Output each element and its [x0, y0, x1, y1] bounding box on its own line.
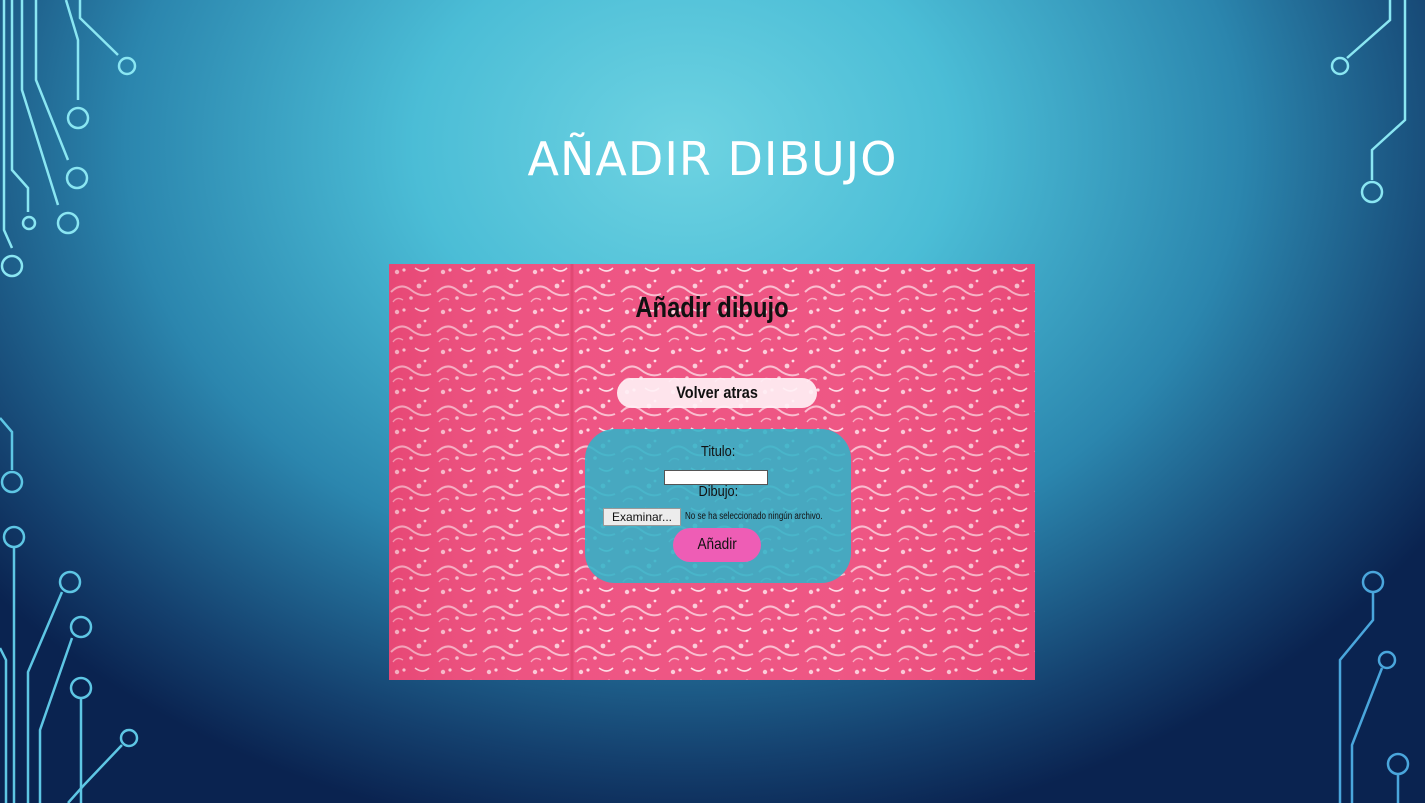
title-label: Titulo:: [700, 443, 736, 460]
back-button[interactable]: Volver atras: [617, 378, 817, 408]
add-button-label: Añadir: [697, 536, 737, 553]
browse-file-button[interactable]: Examinar...: [603, 508, 681, 526]
slide-title: AÑADIR DIBUJO: [527, 132, 898, 186]
drawing-label: Dibujo:: [698, 483, 738, 500]
app-heading: Añadir dibujo: [635, 292, 789, 324]
add-button[interactable]: Añadir: [673, 528, 761, 562]
add-drawing-form: Titulo: Dibujo: Examinar... No se ha sel…: [585, 429, 851, 583]
back-button-label: Volver atras: [676, 383, 758, 402]
app-screenshot: Añadir dibujo Volver atras Titulo: Dibuj…: [389, 264, 1035, 680]
file-status-text: No se ha seleccionado ningún archivo.: [685, 511, 823, 522]
